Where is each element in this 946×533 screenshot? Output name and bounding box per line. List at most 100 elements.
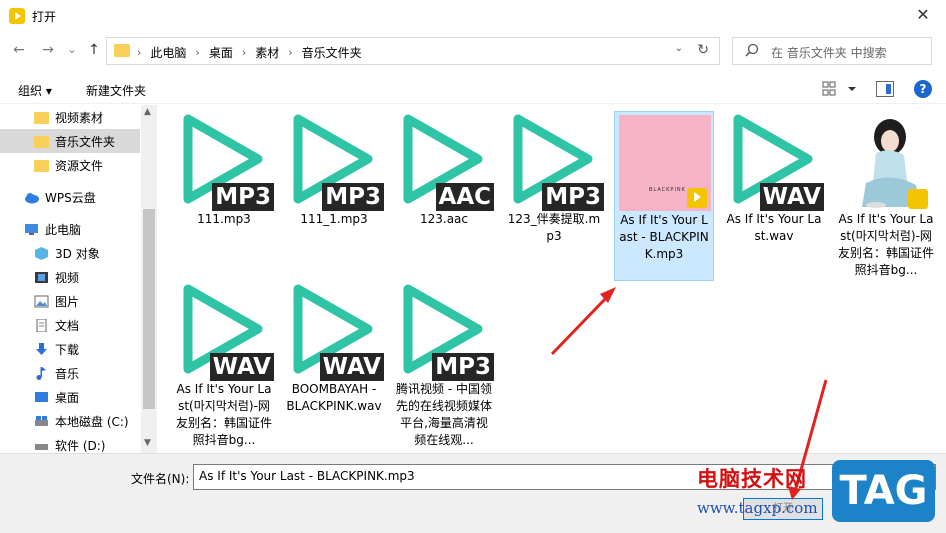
sidebar-item-label: 图片 — [55, 294, 80, 309]
sidebar-item-label: 视频 — [55, 270, 80, 285]
audio-file-icon: WAV — [174, 281, 274, 381]
search-icon — [745, 43, 759, 57]
sidebar-item-this-pc[interactable]: 此电脑 — [0, 217, 140, 241]
file-name: As If It's Your Last - BLACKPINK.mp3 — [619, 213, 709, 261]
file-item-selected[interactable]: BLACKPINK As If It's Your Last - BLACKPI… — [614, 111, 714, 281]
file-name: As If It's Your Last(마지막처럼)-网友别名：韩国证件照抖音… — [176, 382, 273, 447]
address-dropdown-icon[interactable]: ⌄ — [675, 43, 683, 54]
search-box[interactable]: 在 音乐文件夹 中搜索 — [732, 37, 932, 65]
scroll-up-icon[interactable]: ▲ — [144, 107, 151, 117]
sidebar-item-documents[interactable]: 文档 — [0, 313, 140, 337]
audio-file-icon: AAC — [394, 111, 494, 211]
address-bar[interactable]: › 此电脑 › 桌面 › 素材 › 音乐文件夹 ⌄ ↻ — [106, 37, 720, 65]
breadcrumb-separator[interactable]: › — [288, 46, 292, 59]
document-icon — [36, 318, 47, 332]
album-cover-image: BLACKPINK — [619, 115, 711, 211]
audio-file-icon: WAV — [284, 281, 384, 381]
file-name: As If It's Your Last.wav — [726, 212, 822, 243]
breadcrumb-item-music-folder[interactable]: 音乐文件夹 — [302, 44, 362, 61]
sidebar-item-label: 视频素材 — [55, 110, 104, 125]
sidebar-item-drive-d[interactable]: 软件 (D:) — [0, 433, 140, 453]
refresh-icon[interactable]: ↻ — [697, 42, 709, 58]
sidebar-item-label: 桌面 — [55, 390, 80, 405]
player-app-icon — [687, 188, 707, 208]
breadcrumb-separator[interactable]: › — [242, 46, 246, 59]
new-folder-button[interactable]: 新建文件夹 — [86, 82, 146, 99]
sidebar-item-3d-objects[interactable]: 3D 对象 — [0, 241, 140, 265]
audio-file-icon: MP3 — [394, 281, 494, 381]
file-item[interactable]: WAV BOOMBAYAH - BLACKPINK.wav — [284, 281, 384, 415]
watermark-tag-logo: TAG — [832, 460, 935, 522]
file-item[interactable]: WAV As If It's Your Last(마지막처럼)-网友别名：韩国证… — [174, 281, 274, 449]
file-type-badge: AAC — [435, 183, 494, 211]
file-type-badge: MP3 — [322, 183, 384, 211]
file-item[interactable]: MP3 111_1.mp3 — [284, 111, 384, 228]
breadcrumb-item-material[interactable]: 素材 — [255, 44, 279, 61]
scrollbar-thumb[interactable] — [143, 209, 155, 409]
breadcrumb-item-computer[interactable]: 此电脑 — [150, 44, 186, 61]
file-name: BOOMBAYAH - BLACKPINK.wav — [286, 382, 382, 413]
window-title: 打开 — [32, 10, 57, 24]
audio-file-icon: MP3 — [174, 111, 274, 211]
file-item[interactable]: AAC 123.aac — [394, 111, 494, 228]
file-type-badge: MP3 — [542, 183, 604, 211]
breadcrumb-item-desktop[interactable]: 桌面 — [209, 44, 233, 61]
recent-locations-chevron-icon[interactable]: ⌄ — [62, 40, 82, 60]
breadcrumb-separator[interactable]: › — [195, 46, 199, 59]
sidebar-item-label: 下载 — [55, 342, 80, 357]
file-list: MP3 111.mp3 MP3 111_1.mp3 AAC 123.aac MP… — [160, 105, 946, 453]
close-button[interactable]: ✕ — [900, 0, 946, 32]
file-name: 111.mp3 — [197, 212, 251, 226]
back-arrow-icon[interactable]: ← — [9, 40, 29, 60]
up-arrow-icon[interactable]: ↑ — [84, 40, 104, 60]
file-name: 111_1.mp3 — [300, 212, 368, 226]
sidebar-item-desktop[interactable]: 桌面 — [0, 385, 140, 409]
file-name: 腾讯视频 - 中国领先的在线视频媒体平台,海量高清视频在线观... — [396, 382, 493, 447]
folder-icon — [34, 135, 49, 148]
command-toolbar: 组织 ▾ 新建文件夹 ? — [0, 74, 946, 104]
sidebar-item-music-folder[interactable]: 音乐文件夹 — [0, 129, 140, 153]
title-bar: 打开 ✕ — [0, 0, 946, 32]
view-options-icon[interactable] — [822, 81, 856, 97]
file-item[interactable]: MP3 腾讯视频 - 中国领先的在线视频媒体平台,海量高清视频在线观... — [394, 281, 494, 449]
forward-arrow-icon[interactable]: → — [38, 40, 58, 60]
player-app-icon — [908, 189, 928, 209]
file-item[interactable]: MP3 123_伴奏提取.mp3 — [504, 111, 604, 245]
file-item[interactable]: MP3 111.mp3 — [174, 111, 274, 228]
help-icon[interactable]: ? — [914, 80, 932, 98]
scroll-down-icon[interactable]: ▼ — [144, 438, 151, 448]
sidebar-item-resource-files[interactable]: 资源文件 — [0, 153, 140, 177]
sidebar-item-drive-c[interactable]: 本地磁盘 (C:) — [0, 409, 140, 433]
folder-icon — [34, 159, 49, 172]
folder-icon — [34, 111, 49, 124]
sidebar-item-pictures[interactable]: 图片 — [0, 289, 140, 313]
file-type-badge: MP3 — [432, 353, 494, 381]
sidebar-item-downloads[interactable]: 下载 — [0, 337, 140, 361]
watermark-site-name: 电脑技术网 — [697, 467, 807, 491]
drive-icon — [35, 443, 48, 450]
folder-icon — [114, 44, 130, 57]
filename-label: 文件名(N): — [131, 472, 190, 486]
audio-file-icon: MP3 — [504, 111, 604, 211]
sidebar-item-label: 本地磁盘 (C:) — [55, 414, 129, 429]
audio-file-icon: MP3 — [284, 111, 384, 211]
search-input[interactable]: 在 音乐文件夹 中搜索 — [771, 44, 887, 61]
filename-input[interactable]: As If It's Your Last - BLACKPINK.mp3 — [193, 464, 936, 490]
sidebar-item-music[interactable]: 音乐 — [0, 361, 140, 385]
album-cover-text: BLACKPINK — [649, 187, 686, 193]
file-type-badge: MP3 — [212, 183, 274, 211]
organize-menu-button[interactable]: 组织 ▾ — [18, 82, 52, 99]
album-art-thumbnail: BLACKPINK — [615, 112, 715, 212]
sidebar-item-wps-cloud[interactable]: WPS云盘 — [0, 185, 140, 209]
sidebar-item-videos[interactable]: 视频 — [0, 265, 140, 289]
sidebar-item-video-material[interactable]: 视频素材 — [0, 105, 140, 129]
preview-pane-icon[interactable] — [876, 81, 894, 97]
video-icon — [35, 271, 48, 283]
sidebar-scrollbar[interactable]: ▲ ▼ — [141, 105, 157, 453]
file-item[interactable]: WAV As If It's Your Last.wav — [724, 111, 824, 245]
sidebar-item-label: 音乐文件夹 — [55, 134, 116, 149]
file-item[interactable]: As If It's Your Last(마지막처럼)-网友别名：韩国证件照抖音… — [836, 111, 936, 279]
sidebar-item-label: WPS云盘 — [45, 190, 96, 205]
drive-icon — [35, 415, 48, 426]
download-icon — [36, 342, 47, 355]
